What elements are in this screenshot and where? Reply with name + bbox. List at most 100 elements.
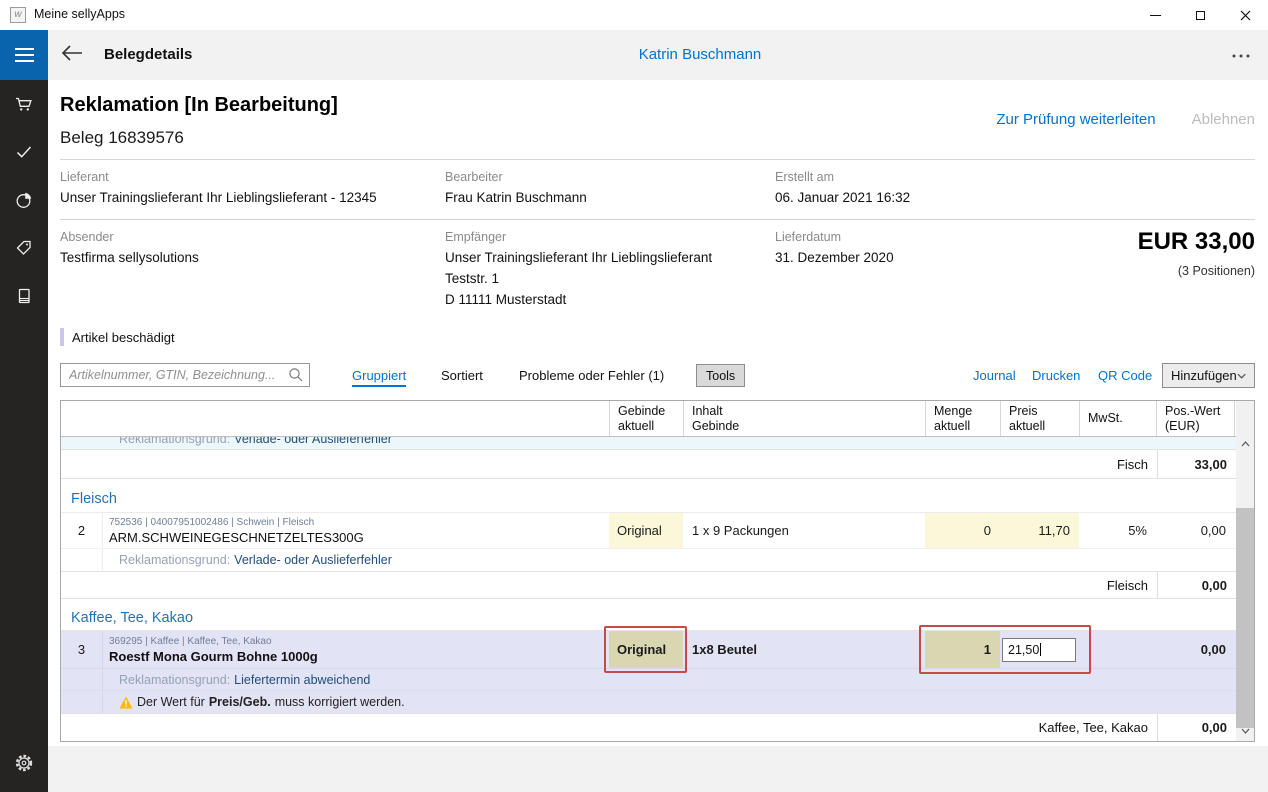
sidebar-item-cart[interactable] — [0, 80, 48, 128]
tag-icon — [14, 238, 34, 258]
scroll-up-button[interactable] — [1236, 437, 1254, 451]
close-button[interactable] — [1223, 0, 1268, 30]
group-header-kaffee: Kaffee, Tee, Kakao — [61, 606, 1236, 631]
header-inhalt: InhaltGebinde — [683, 401, 925, 436]
header-pos-wert: Pos.-Wert(EUR) — [1156, 401, 1235, 436]
absender-label: Absender — [60, 230, 114, 244]
nav-sidebar — [0, 80, 48, 792]
filter-probleme[interactable]: Probleme oder Fehler (1) — [519, 368, 664, 383]
absender-value: Testfirma sellysolutions — [60, 250, 199, 265]
back-button[interactable] — [60, 43, 86, 67]
hamburger-icon — [15, 48, 34, 50]
minimize-button[interactable] — [1133, 0, 1178, 30]
qr-code-link[interactable]: QR Code — [1098, 368, 1152, 383]
group-gap — [61, 479, 1254, 486]
app-window: w Meine sellyApps Belegdetails Katrin Bu… — [0, 0, 1268, 792]
document-total: EUR 33,00 — [1138, 228, 1255, 256]
footer-strip — [48, 746, 1268, 792]
tag-color-bar — [60, 328, 64, 346]
document-status-title: Reklamation [In Bearbeitung] — [60, 94, 338, 117]
gebinde-aktuell-cell[interactable]: Original — [609, 631, 683, 668]
close-icon — [1240, 10, 1251, 21]
preis-aktuell-input[interactable]: 21,50 — [1002, 638, 1076, 662]
bearbeiter-value: Frau Katrin Buschmann — [445, 190, 587, 205]
current-user-button[interactable]: Katrin Buschmann — [639, 46, 762, 63]
menge-aktuell-cell[interactable]: 1 — [925, 631, 1000, 668]
empfaenger-line2: Teststr. 1 — [445, 271, 499, 286]
position-number: 3 — [61, 631, 103, 668]
window-title: Meine sellyApps — [34, 7, 125, 21]
reject-button[interactable]: Ablehnen — [1192, 111, 1255, 128]
header-artikel — [61, 401, 609, 436]
divider — [60, 219, 1255, 220]
pos-wert-cell: 0,00 — [1156, 631, 1235, 668]
document-actions: Zur Prüfung weiterleiten Ablehnen — [996, 111, 1255, 128]
warning-icon — [119, 696, 133, 709]
gebinde-aktuell-cell[interactable]: Original — [609, 513, 683, 548]
lieferdatum-label: Lieferdatum — [775, 230, 841, 244]
reklamationsgrund-value: Verlade- oder Auslieferfehler — [234, 437, 392, 443]
divider — [60, 159, 1255, 160]
group-header-fleisch: Fleisch — [61, 486, 1236, 513]
back-arrow-icon — [60, 43, 84, 63]
table-header-row: Gebindeaktuell InhaltGebinde Mengeaktuel… — [61, 401, 1236, 437]
positions-count: (3 Positionen) — [1178, 264, 1255, 278]
pos-wert-cell: 0,00 — [1156, 513, 1235, 548]
table-row-2-reklamationsgrund: Reklamationsgrund: Verlade- oder Auslief… — [61, 549, 1236, 571]
lieferant-label: Lieferant — [60, 170, 109, 184]
article-name: Roestf Mona Gourm Bohne 1000g — [109, 650, 318, 664]
drucken-link[interactable]: Drucken — [1032, 368, 1080, 383]
warning-text-pre: Der Wert für — [137, 695, 205, 709]
sidebar-item-tasks[interactable] — [0, 128, 48, 176]
scrollbar-thumb[interactable] — [1236, 508, 1254, 728]
sidebar-item-catalog[interactable] — [0, 272, 48, 320]
erstellt-value: 06. Januar 2021 16:32 — [775, 190, 910, 205]
sidebar-item-statistics[interactable] — [0, 176, 48, 224]
reklamationsgrund-value: Verlade- oder Auslieferfehler — [234, 553, 392, 567]
table-row-3-reklamationsgrund: Reklamationsgrund: Liefertermin abweiche… — [61, 669, 1236, 691]
table-scrollbar[interactable] — [1236, 401, 1254, 741]
reklamationsgrund-label: Reklamationsgrund: — [119, 553, 230, 567]
empfaenger-line3: D 11111 Musterstadt — [445, 292, 566, 307]
scroll-down-button[interactable] — [1236, 724, 1254, 738]
sidebar-item-offers[interactable] — [0, 224, 48, 272]
app-icon: w — [10, 7, 26, 23]
menge-aktuell-cell[interactable]: 0 — [925, 513, 1000, 548]
tools-button[interactable]: Tools — [696, 364, 745, 387]
chevron-down-icon — [1237, 373, 1246, 379]
bearbeiter-label: Bearbeiter — [445, 170, 503, 184]
pie-chart-icon — [14, 190, 34, 210]
reklamationsgrund-label: Reklamationsgrund: — [119, 437, 230, 443]
filter-gruppiert[interactable]: Gruppiert — [352, 368, 406, 387]
maximize-icon — [1196, 11, 1205, 20]
document-number: Beleg 16839576 — [60, 128, 184, 148]
group-summary-fleisch: Fleisch 0,00 — [61, 571, 1236, 599]
article-meta: 752536 | 04007951002486 | Schwein | Flei… — [109, 517, 364, 528]
summary-label: Fleisch — [61, 578, 1157, 593]
header-menge: Mengeaktuell — [925, 401, 1000, 436]
preis-aktuell-cell: 21,50 — [1000, 631, 1079, 668]
preis-aktuell-cell[interactable]: 11,70 — [1000, 513, 1079, 548]
lieferant-value: Unser Trainingslieferant Ihr Lieblingsli… — [60, 190, 377, 205]
tag-artikel-beschaedigt[interactable]: Artikel beschädigt — [72, 330, 175, 345]
forward-for-review-button[interactable]: Zur Prüfung weiterleiten — [996, 111, 1155, 128]
mwst-cell — [1079, 631, 1156, 668]
maximize-button[interactable] — [1178, 0, 1223, 30]
table-row-2[interactable]: 2 752536 | 04007951002486 | Schwein | Fl… — [61, 513, 1236, 549]
reklamationsgrund-value: Liefertermin abweichend — [234, 673, 370, 687]
minimize-icon — [1150, 15, 1161, 16]
lieferdatum-value: 31. Dezember 2020 — [775, 250, 894, 265]
hinzufuegen-button[interactable]: Hinzufügen — [1162, 363, 1255, 388]
table-row-3-selected[interactable]: 3 369295 | Kaffee | Kaffee, Tee, Kakao R… — [61, 631, 1236, 669]
menu-button[interactable] — [0, 30, 48, 80]
cart-icon — [14, 94, 34, 114]
search-input[interactable] — [60, 363, 310, 387]
more-button[interactable] — [1228, 48, 1254, 64]
ellipsis-icon — [1232, 54, 1250, 58]
chevron-down-icon — [1241, 728, 1250, 734]
journal-link[interactable]: Journal — [973, 368, 1016, 383]
window-controls — [1133, 0, 1268, 30]
settings-button[interactable] — [0, 743, 48, 783]
header-gebinde: Gebindeaktuell — [609, 401, 683, 436]
filter-sortiert[interactable]: Sortiert — [441, 368, 483, 383]
